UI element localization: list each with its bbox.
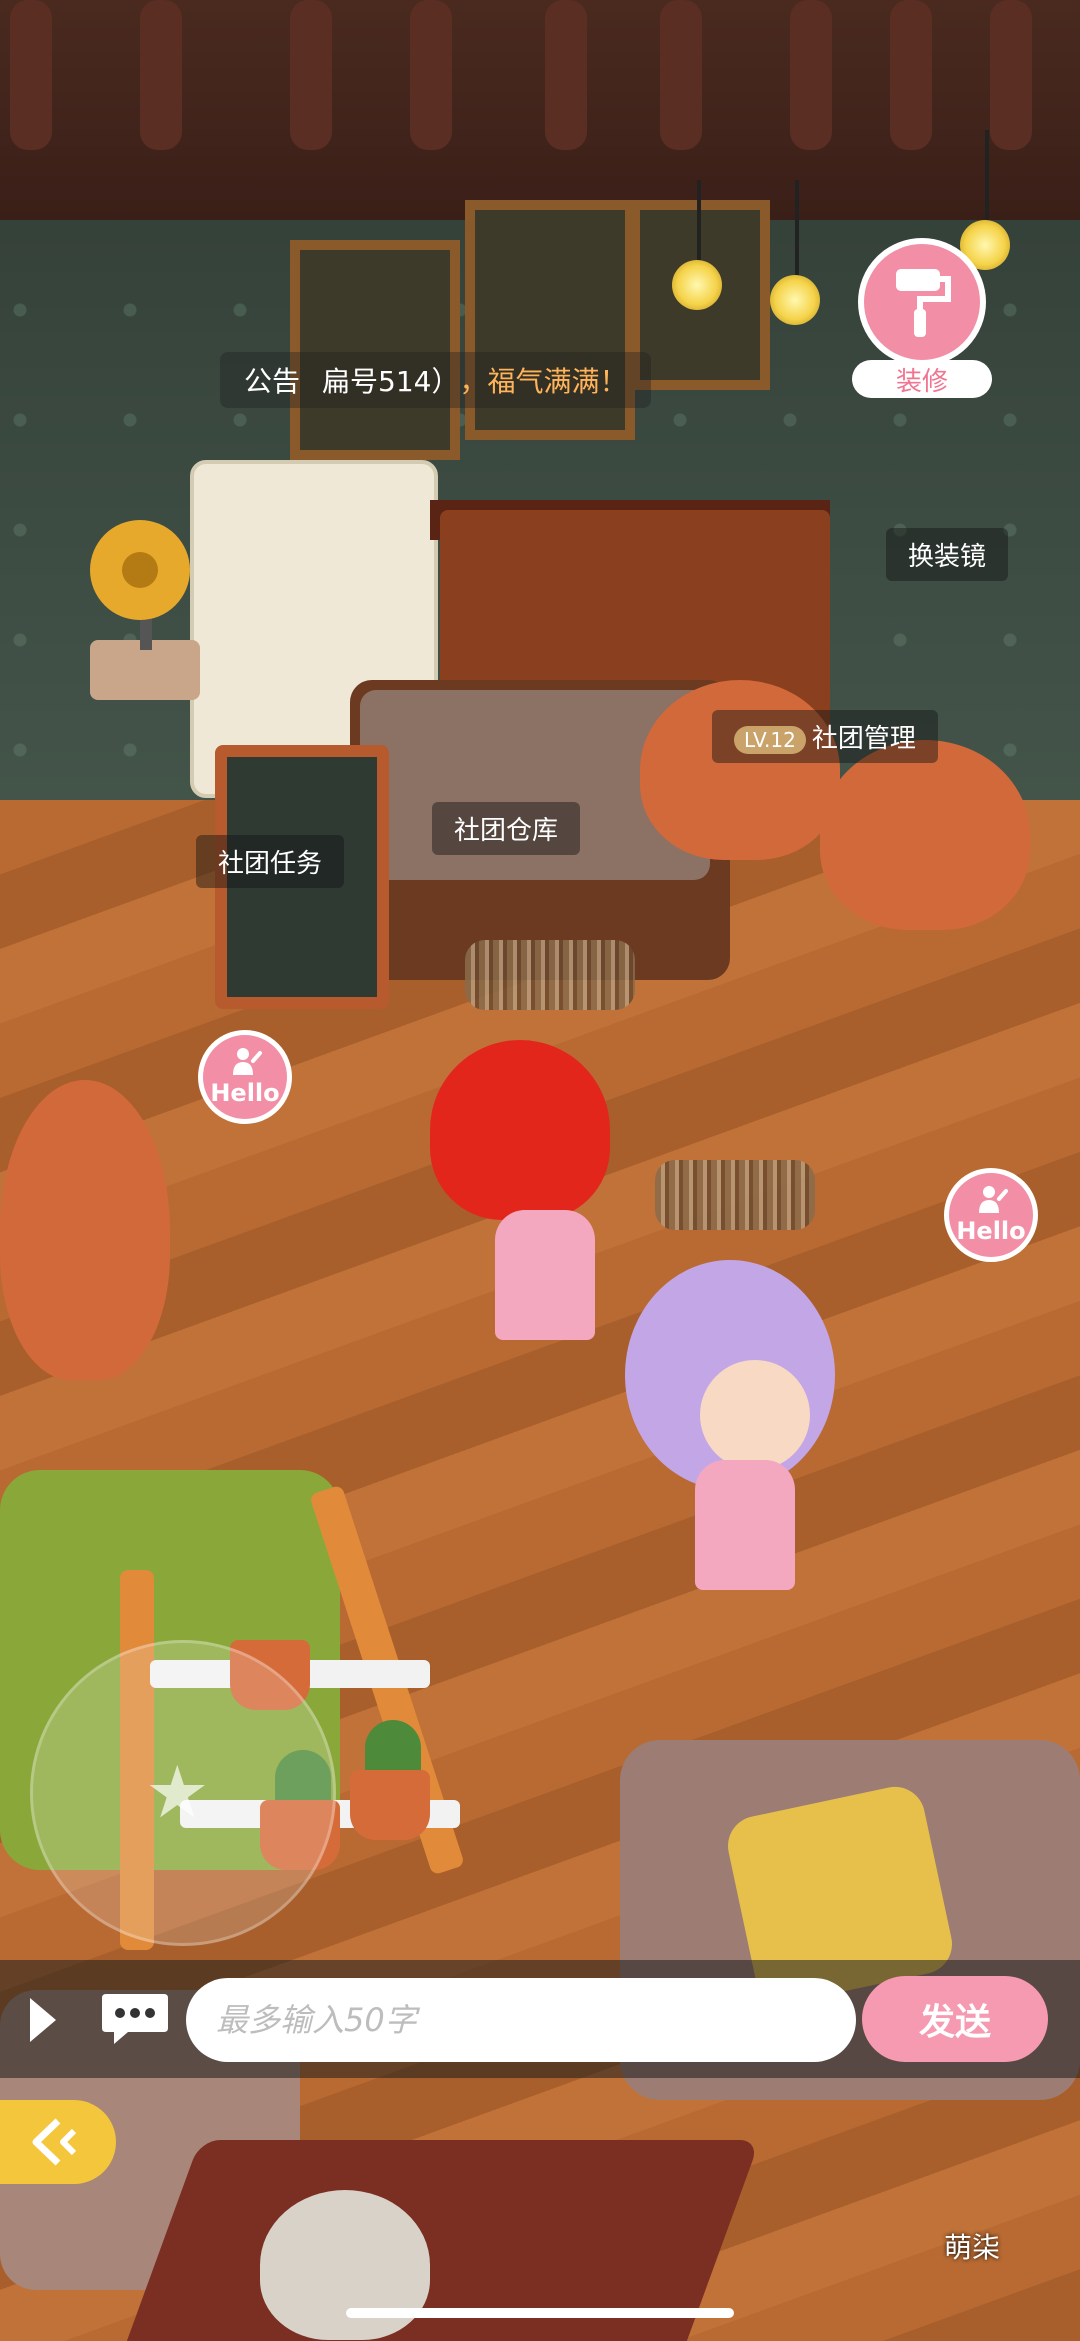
decorate-label: 装修 xyxy=(852,360,992,398)
lamp-cord xyxy=(795,180,799,280)
baluster xyxy=(660,0,702,150)
send-button[interactable]: 发送 xyxy=(862,1976,1048,2062)
baluster xyxy=(545,0,587,150)
baluster xyxy=(790,0,832,150)
baluster xyxy=(890,0,932,150)
level-badge: LV.12 xyxy=(734,726,806,754)
balcony-railing xyxy=(0,0,1080,220)
red-panda-npc[interactable] xyxy=(820,740,1030,930)
flower-pot xyxy=(350,1770,430,1840)
blurred-name-tag xyxy=(465,940,635,1010)
waving-person-icon xyxy=(233,1048,262,1075)
announcement-highlight: ，福气满满！ xyxy=(459,365,628,398)
player-avatar-red-hair[interactable] xyxy=(430,1040,610,1220)
blurred-name-tag xyxy=(655,1160,815,1230)
back-arrow-icon xyxy=(32,2118,77,2166)
announcement-banner[interactable]: 公告 扁号514） ，福气满满！ xyxy=(220,352,652,408)
baluster xyxy=(410,0,452,150)
baluster xyxy=(140,0,182,150)
club-manage-text: 社团管理 xyxy=(811,724,916,754)
phonograph[interactable] xyxy=(70,520,220,720)
hello-button[interactable]: Hello xyxy=(944,1168,1038,1262)
club-task-label[interactable]: 社团任务 xyxy=(196,835,345,888)
pendant-lamp xyxy=(770,275,820,325)
chat-input[interactable] xyxy=(186,1978,856,2062)
hello-label: Hello xyxy=(210,1079,280,1107)
announcement-text: 扁号514） xyxy=(322,365,460,398)
red-panda-npc[interactable] xyxy=(640,680,840,860)
star-icon: ★ xyxy=(145,1750,210,1834)
player-avatar-body xyxy=(695,1460,795,1590)
pendant-lamp xyxy=(672,260,722,310)
club-warehouse-label[interactable]: 社团仓库 xyxy=(432,802,581,855)
speech-bubble-icon[interactable] xyxy=(100,1990,170,2046)
npc-name-label: 萌柒 xyxy=(944,2231,1001,2264)
decorate-button[interactable]: 装修 xyxy=(852,238,992,404)
mirror-label[interactable]: 换装镜 xyxy=(886,528,1009,581)
lamp-cord xyxy=(985,130,989,230)
baluster xyxy=(10,0,52,150)
home-indicator[interactable] xyxy=(346,2308,734,2318)
waving-person-icon xyxy=(979,1186,1008,1213)
club-manage-label[interactable]: LV.12 社团管理 xyxy=(712,710,938,763)
back-button[interactable] xyxy=(0,2100,116,2184)
paint-roller-icon xyxy=(858,238,986,366)
player-avatar-body xyxy=(495,1210,595,1340)
play-triangle-icon[interactable] xyxy=(30,1998,56,2042)
avatar-face xyxy=(700,1360,810,1470)
menu-board xyxy=(290,240,460,460)
baluster xyxy=(290,0,332,150)
red-panda-npc[interactable] xyxy=(0,1080,170,1380)
announcement-prefix: 公告 xyxy=(244,365,301,398)
baluster xyxy=(990,0,1032,150)
hello-button[interactable]: Hello xyxy=(198,1030,292,1124)
hello-label: Hello xyxy=(956,1217,1026,1245)
lamp-cord xyxy=(697,180,701,270)
